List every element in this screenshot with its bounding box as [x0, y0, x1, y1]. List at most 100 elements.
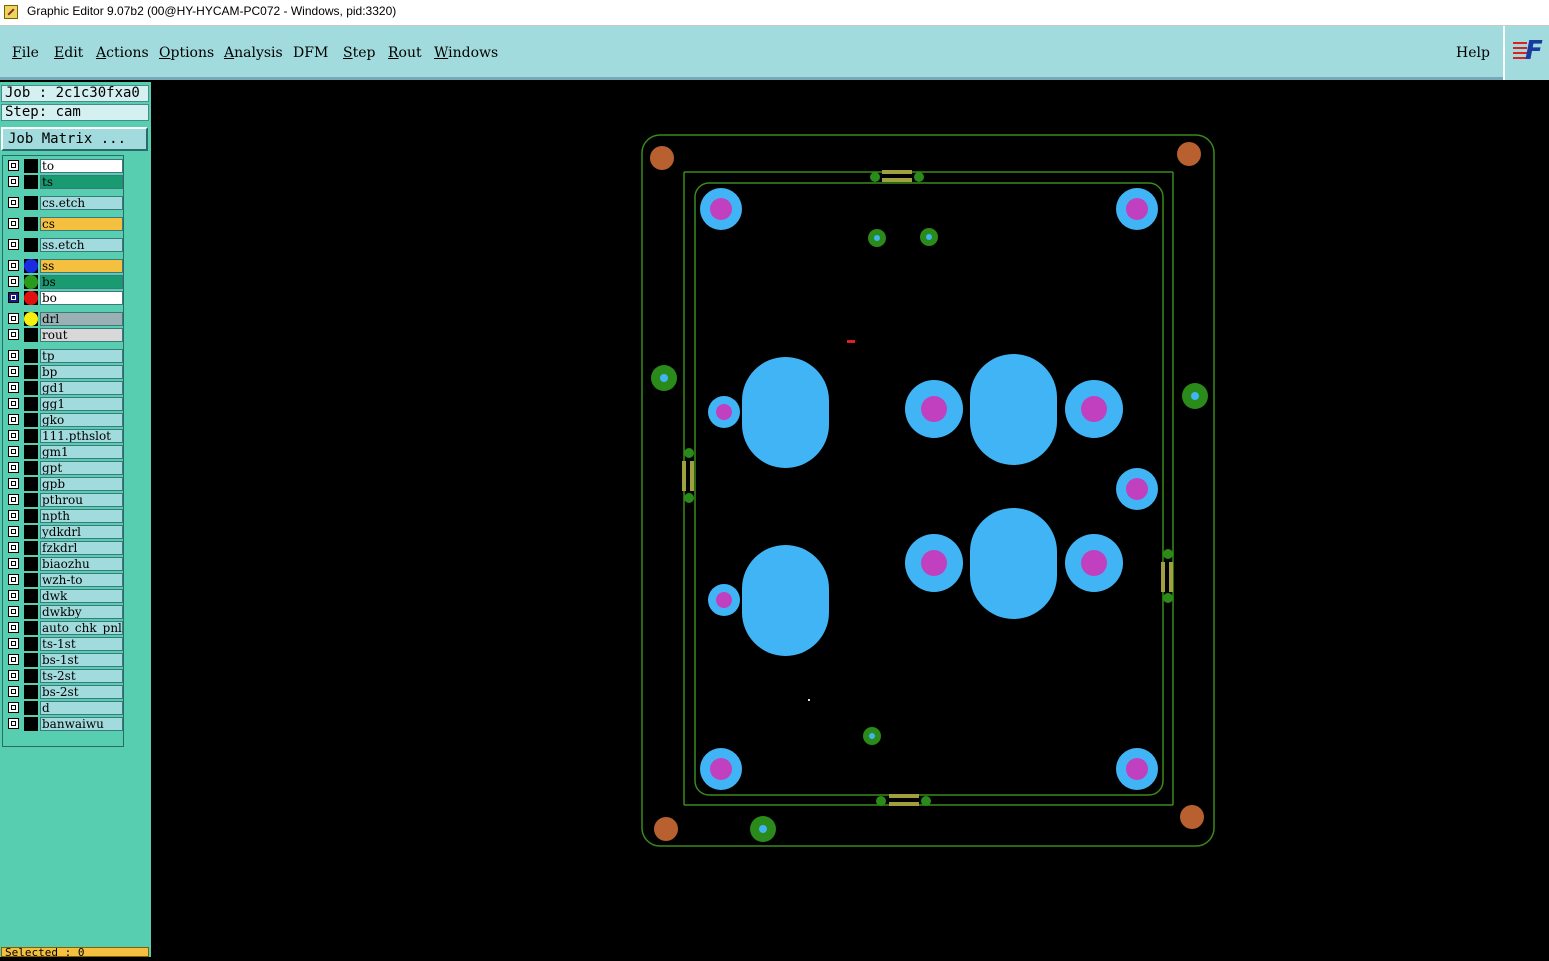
layer-color-icon[interactable] — [24, 477, 38, 491]
layer-name[interactable]: npth — [40, 509, 123, 523]
layer-name[interactable]: gm1 — [40, 445, 123, 459]
layer-name[interactable]: dwk — [40, 589, 123, 603]
layer-color-icon[interactable] — [24, 349, 38, 363]
layer-checkbox[interactable] — [8, 414, 19, 425]
layer-color-icon[interactable] — [24, 717, 38, 731]
layer-row-bs[interactable]: bs — [6, 275, 123, 289]
layer-row-bo[interactable]: bo — [6, 291, 123, 305]
layer-row-bs-1st[interactable]: bs-1st — [6, 653, 123, 667]
layer-color-icon[interactable] — [24, 493, 38, 507]
layer-name[interactable]: gpb — [40, 477, 123, 491]
layer-color-icon[interactable] — [24, 701, 38, 715]
layer-color-icon[interactable] — [24, 637, 38, 651]
layer-row-cs-etch[interactable]: cs.etch — [6, 196, 123, 210]
layer-color-icon[interactable] — [24, 259, 38, 273]
layer-row-111-pthslot[interactable]: 111.pthslot — [6, 429, 123, 443]
layer-name[interactable]: bp — [40, 365, 123, 379]
layer-checkbox[interactable] — [8, 638, 19, 649]
layer-color-icon[interactable] — [24, 669, 38, 683]
layer-row-ts-1st[interactable]: ts-1st — [6, 637, 123, 651]
layer-checkbox[interactable] — [8, 702, 19, 713]
layer-color-icon[interactable] — [24, 381, 38, 395]
layer-name[interactable]: bo — [40, 291, 123, 305]
layer-checkbox[interactable] — [8, 478, 19, 489]
layer-row-fzkdrl[interactable]: fzkdrl — [6, 541, 123, 555]
layer-row-drl[interactable]: drl — [6, 312, 123, 326]
layer-row-bp[interactable]: bp — [6, 365, 123, 379]
layer-name[interactable]: gko — [40, 413, 123, 427]
layer-checkbox[interactable] — [8, 654, 19, 665]
layer-row-gko[interactable]: gko — [6, 413, 123, 427]
layer-row-bs-2st[interactable]: bs-2st — [6, 685, 123, 699]
layer-checkbox[interactable] — [8, 574, 19, 585]
layer-row-to[interactable]: to — [6, 159, 123, 173]
layer-name[interactable]: ss — [40, 259, 123, 273]
layer-checkbox[interactable] — [8, 382, 19, 393]
layer-checkbox[interactable] — [8, 197, 19, 208]
layer-name[interactable]: ts — [40, 175, 123, 189]
layer-checkbox[interactable] — [8, 366, 19, 377]
layer-name[interactable]: fzkdrl — [40, 541, 123, 555]
layer-name[interactable]: 111.pthslot — [40, 429, 123, 443]
layer-name[interactable]: gd1 — [40, 381, 123, 395]
layer-name[interactable]: cs — [40, 217, 123, 231]
layer-color-icon[interactable] — [24, 621, 38, 635]
layer-checkbox[interactable] — [8, 606, 19, 617]
layer-row-d[interactable]: d — [6, 701, 123, 715]
graphic-canvas[interactable] — [152, 82, 1549, 957]
layer-row-dwkby[interactable]: dwkby — [6, 605, 123, 619]
layer-color-icon[interactable] — [24, 291, 38, 305]
layer-row-npth[interactable]: npth — [6, 509, 123, 523]
layer-color-icon[interactable] — [24, 573, 38, 587]
menu-analysis[interactable]: Analysis — [224, 45, 283, 61]
layer-row-biaozhu[interactable]: biaozhu — [6, 557, 123, 571]
layer-name[interactable]: cs.etch — [40, 196, 123, 210]
layer-row-dwk[interactable]: dwk — [6, 589, 123, 603]
layer-row-auto-chk-pnl[interactable]: auto_chk_pnl — [6, 621, 123, 635]
layer-color-icon[interactable] — [24, 365, 38, 379]
layer-row-gd1[interactable]: gd1 — [6, 381, 123, 395]
layer-color-icon[interactable] — [24, 685, 38, 699]
layer-checkbox[interactable] — [8, 218, 19, 229]
menu-help[interactable]: Help — [1456, 45, 1490, 61]
layer-color-icon[interactable] — [24, 312, 38, 326]
layer-name[interactable]: banwaiwu — [40, 717, 123, 731]
menu-options[interactable]: Options — [159, 45, 214, 61]
layer-checkbox[interactable] — [8, 176, 19, 187]
layer-checkbox[interactable] — [8, 446, 19, 457]
layer-name[interactable]: bs-2st — [40, 685, 123, 699]
layer-color-icon[interactable] — [24, 653, 38, 667]
layer-row-gpt[interactable]: gpt — [6, 461, 123, 475]
layer-color-icon[interactable] — [24, 589, 38, 603]
layer-checkbox[interactable] — [8, 430, 19, 441]
layer-name[interactable]: biaozhu — [40, 557, 123, 571]
layer-name[interactable]: bs — [40, 275, 123, 289]
layer-color-icon[interactable] — [24, 238, 38, 252]
layer-name[interactable]: gpt — [40, 461, 123, 475]
layer-color-icon[interactable] — [24, 461, 38, 475]
layer-color-icon[interactable] — [24, 429, 38, 443]
layer-color-icon[interactable] — [24, 541, 38, 555]
layer-row-ts-2st[interactable]: ts-2st — [6, 669, 123, 683]
layer-row-banwaiwu[interactable]: banwaiwu — [6, 717, 123, 731]
layer-name[interactable]: rout — [40, 328, 123, 342]
layer-checkbox[interactable] — [8, 276, 19, 287]
layer-checkbox[interactable] — [8, 462, 19, 473]
layer-color-icon[interactable] — [24, 525, 38, 539]
layer-checkbox[interactable] — [8, 350, 19, 361]
menu-edit[interactable]: Edit — [54, 45, 83, 61]
layer-checkbox[interactable] — [8, 622, 19, 633]
layer-name[interactable]: gg1 — [40, 397, 123, 411]
layer-row-tp[interactable]: tp — [6, 349, 123, 363]
layer-row-ts[interactable]: ts — [6, 175, 123, 189]
layer-name[interactable]: d — [40, 701, 123, 715]
layer-checkbox[interactable] — [8, 398, 19, 409]
layer-name[interactable]: ts-2st — [40, 669, 123, 683]
layer-row-ss-etch[interactable]: ss.etch — [6, 238, 123, 252]
layer-row-ss[interactable]: ss — [6, 259, 123, 273]
layer-name[interactable]: to — [40, 159, 123, 173]
layer-name[interactable]: auto_chk_pnl — [40, 621, 123, 635]
layer-name[interactable]: bs-1st — [40, 653, 123, 667]
layer-name[interactable]: tp — [40, 349, 123, 363]
layer-checkbox[interactable] — [8, 313, 19, 324]
